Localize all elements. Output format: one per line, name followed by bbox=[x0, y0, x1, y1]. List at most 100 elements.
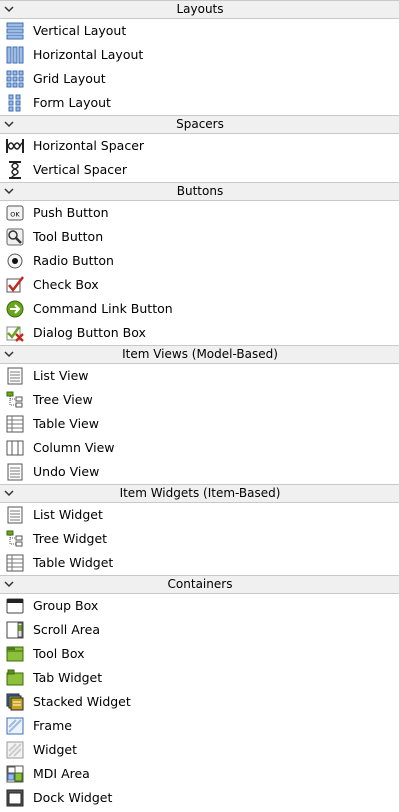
push-button-icon: OK bbox=[6, 205, 24, 221]
widget-item[interactable]: List View bbox=[0, 364, 400, 388]
command-link-icon bbox=[6, 300, 24, 318]
widget-item[interactable]: Undo View bbox=[0, 460, 400, 484]
widget-item-label: Scroll Area bbox=[33, 622, 101, 637]
widget-item[interactable]: Vertical Layout bbox=[0, 19, 400, 43]
vertical-layout-icon bbox=[6, 22, 24, 40]
widget-item-label: Vertical Spacer bbox=[33, 162, 127, 177]
frame-icon bbox=[6, 717, 24, 735]
list-widget-icon bbox=[7, 506, 23, 524]
undo-view-icon bbox=[7, 463, 23, 481]
widget-item-label: Vertical Layout bbox=[33, 23, 127, 38]
radio-button-icon bbox=[7, 253, 23, 269]
category-header[interactable]: Buttons bbox=[0, 182, 400, 201]
widget-icon bbox=[6, 741, 24, 759]
widget-item[interactable]: Tree View bbox=[0, 388, 400, 412]
category-title: Containers bbox=[167, 577, 233, 591]
widget-item[interactable]: Column View bbox=[0, 436, 400, 460]
chevron-down-icon bbox=[4, 581, 14, 588]
dialog-button-box-icon bbox=[6, 326, 24, 342]
widget-item-label: Form Layout bbox=[33, 95, 111, 110]
widget-item-label: Radio Button bbox=[33, 253, 114, 268]
widget-item[interactable]: Widget bbox=[0, 738, 400, 762]
grid-layout-icon bbox=[6, 70, 24, 88]
column-view-icon bbox=[6, 440, 24, 456]
widget-item-label: List Widget bbox=[33, 507, 103, 522]
horizontal-spacer-icon bbox=[6, 139, 24, 153]
widget-item-label: Table Widget bbox=[33, 555, 114, 570]
widget-item[interactable]: Grid Layout bbox=[0, 67, 400, 91]
widget-item[interactable]: MDI Area bbox=[0, 762, 400, 786]
widget-item[interactable]: Form Layout bbox=[0, 91, 400, 115]
widget-item[interactable]: Check Box bbox=[0, 273, 400, 297]
table-widget-icon bbox=[6, 554, 24, 572]
widget-item[interactable]: Radio Button bbox=[0, 249, 400, 273]
chevron-down-icon bbox=[4, 490, 14, 497]
widget-item[interactable]: Scroll Area bbox=[0, 618, 400, 642]
widget-item-label: Stacked Widget bbox=[33, 694, 131, 709]
widget-item[interactable]: Tool Box bbox=[0, 642, 400, 666]
widget-item[interactable]: Dialog Button Box bbox=[0, 321, 400, 345]
widget-item[interactable]: Tool Button bbox=[0, 225, 400, 249]
widget-item-label: Dialog Button Box bbox=[33, 325, 146, 340]
widget-item[interactable]: Tree Widget bbox=[0, 527, 400, 551]
widget-item[interactable]: Command Link Button bbox=[0, 297, 400, 321]
widget-item-label: Horizontal Spacer bbox=[33, 138, 145, 153]
widget-item[interactable]: Frame bbox=[0, 714, 400, 738]
widget-item-label: Undo View bbox=[33, 464, 100, 479]
category-header[interactable]: Containers bbox=[0, 575, 400, 594]
widget-item[interactable]: Table Widget bbox=[0, 551, 400, 575]
svg-text:OK: OK bbox=[10, 211, 20, 219]
widget-item-label: Tool Button bbox=[33, 229, 104, 244]
category-header[interactable]: Spacers bbox=[0, 115, 400, 134]
widget-item[interactable]: Horizontal Layout bbox=[0, 43, 400, 67]
widget-item-label: Tree Widget bbox=[33, 531, 108, 546]
category-header[interactable]: Item Views (Model-Based) bbox=[0, 345, 400, 364]
category-title: Buttons bbox=[176, 184, 224, 198]
form-layout-icon bbox=[8, 94, 21, 112]
widget-item-label: Command Link Button bbox=[33, 301, 173, 316]
widget-item-label: Tab Widget bbox=[33, 670, 103, 685]
widget-item[interactable]: Stacked Widget bbox=[0, 690, 400, 714]
chevron-down-icon bbox=[4, 188, 14, 195]
widget-item[interactable]: Group Box bbox=[0, 594, 400, 618]
chevron-down-icon bbox=[4, 351, 14, 358]
widget-item-label: Push Button bbox=[33, 205, 109, 220]
widget-box-panel: Layouts Vertical Layout Horizontal Layout G… bbox=[0, 0, 400, 812]
chevron-down-icon bbox=[4, 121, 14, 128]
stacked-widget-icon bbox=[6, 693, 24, 711]
table-view-icon bbox=[6, 415, 24, 433]
category-title: Item Views (Model-Based) bbox=[122, 347, 278, 361]
widget-item-label: Grid Layout bbox=[33, 71, 106, 86]
tree-view-icon bbox=[6, 391, 23, 408]
widget-item-label: Column View bbox=[33, 440, 115, 455]
widget-item-label: Frame bbox=[33, 718, 72, 733]
category-header[interactable]: Layouts bbox=[0, 0, 400, 19]
widget-item-label: Group Box bbox=[33, 598, 99, 613]
widget-item-label: Dock Widget bbox=[33, 790, 113, 805]
list-view-icon bbox=[7, 367, 23, 385]
horizontal-layout-icon bbox=[6, 46, 24, 64]
tab-widget-icon bbox=[6, 669, 24, 686]
widget-item-label: Tree View bbox=[33, 392, 93, 407]
category-title: Spacers bbox=[176, 117, 224, 131]
widget-item[interactable]: Dock Widget bbox=[0, 786, 400, 810]
widget-item-label: MDI Area bbox=[33, 766, 90, 781]
tool-box-icon bbox=[6, 646, 24, 662]
widget-item[interactable]: Tab Widget bbox=[0, 666, 400, 690]
widget-item-label: Check Box bbox=[33, 277, 99, 292]
group-box-icon bbox=[6, 598, 24, 614]
scroll-area-icon bbox=[6, 621, 24, 639]
widget-item[interactable]: List Widget bbox=[0, 503, 400, 527]
mdi-area-icon bbox=[6, 765, 24, 783]
category-header[interactable]: Item Widgets (Item-Based) bbox=[0, 484, 400, 503]
widget-item[interactable]: Vertical Spacer bbox=[0, 158, 400, 182]
dock-widget-icon bbox=[6, 789, 24, 807]
widget-item[interactable]: Horizontal Spacer bbox=[0, 134, 400, 158]
widget-item-label: Tool Box bbox=[33, 646, 85, 661]
widget-item[interactable]: Table View bbox=[0, 412, 400, 436]
category-title: Item Widgets (Item-Based) bbox=[119, 486, 281, 500]
widget-item[interactable]: OK Push Button bbox=[0, 201, 400, 225]
category-title: Layouts bbox=[176, 2, 224, 16]
widget-item-label: Widget bbox=[33, 742, 78, 757]
vertical-spacer-icon bbox=[9, 161, 21, 179]
